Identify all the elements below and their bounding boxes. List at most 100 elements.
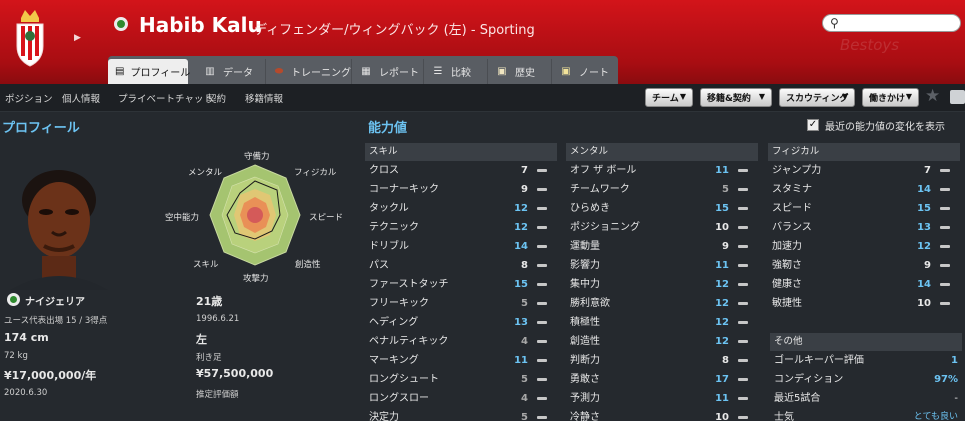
trend-flat-icon [940,207,950,210]
trend-flat-icon [940,264,950,267]
attribute-value: 4 [521,393,528,404]
attribute-row: スピード 15 [768,199,960,218]
attribute-row: 積極性 12 [566,313,758,332]
attribute-name: ジャンプ力 [772,165,822,176]
tab-history[interactable]: ▣ 歴史 [488,59,552,84]
menu-arrow-icon[interactable]: ▶ [74,33,81,43]
tab-notes[interactable]: ▣ ノート [552,59,618,84]
message-icon[interactable] [950,90,965,104]
tab-report[interactable]: ▦ レポート [352,59,424,84]
mental-header: メンタル [566,143,758,161]
physical-column: フィジカル ジャンプ力 7 スタミナ 14 スピード 15 バランス 13 加速力 12 強靭さ 9 健… [768,143,960,313]
attribute-name: 健康さ [772,279,802,290]
subnav-personal-info[interactable]: 個人情報 [62,91,100,105]
attribute-name: 判断力 [570,355,600,366]
player-profile-screen: ▶ Habib Kalu ディフェンダー/ウィングバック (左) - Sport… [0,0,965,421]
attribute-value: 15 [514,279,528,290]
attribute-row: 決定力 5 [365,408,557,421]
attribute-row: 影響力 11 [566,256,758,275]
other-row: ゴールキーパー評価 1 [774,355,958,366]
search-input[interactable]: ⚲ [822,14,961,32]
attribute-row: オフ ザ ボール 11 [566,161,758,180]
attribute-row: ロングシュート 5 [365,370,557,389]
attribute-row: ロングスロー 4 [365,389,557,408]
estimated-value-label: 推定評価額 [196,390,239,400]
trend-flat-icon [940,188,950,191]
attribute-name: 運動量 [570,241,600,252]
radar-label-skill: スキル [193,260,219,270]
technical-column: スキル クロス 7 コーナーキック 9 タックル 12 テクニック 12 ドリブル 14 パス 8 ファ… [365,143,557,421]
attribute-value: 11 [715,393,729,404]
trend-flat-icon [738,302,748,305]
transfer-contract-dropdown[interactable]: 移籍&契約 ▼ [700,88,772,107]
attribute-name: 冷静さ [570,412,600,421]
attribute-row: 判断力 8 [566,351,758,370]
chevron-down-icon: ▼ [905,92,912,101]
attribute-name: スピード [772,203,812,214]
attribute-row: バランス 13 [768,218,960,237]
other-header: その他 [770,333,962,351]
trend-flat-icon [537,188,547,191]
attribute-name: 決定力 [369,412,399,421]
attribute-row: 創造性 12 [566,332,758,351]
attribute-name: コーナーキック [369,184,439,195]
scouting-dropdown[interactable]: スカウティング ▼ [779,88,855,107]
technical-header: スキル [365,143,557,161]
attribute-name: パス [369,260,389,271]
attribute-value: 12 [917,241,931,252]
attribute-value: 5 [722,184,729,195]
subnav-position[interactable]: ポジション [5,91,53,105]
radar-label-speed: スピード [309,213,344,223]
physical-header: フィジカル [768,143,960,161]
trend-flat-icon [537,378,547,381]
attribute-row: テクニック 12 [365,218,557,237]
subnav-private-chat[interactable]: プライベートチャット [118,91,213,105]
attribute-value: 10 [917,298,931,309]
tab-training[interactable]: ⬬ トレーニング [266,59,352,84]
attribute-value: 13 [917,222,931,233]
attribute-row: 予測力 11 [566,389,758,408]
trend-flat-icon [738,169,748,172]
player-role: ディフェンダー/ウィングバック (左) - Sporting [254,23,535,38]
attribute-row: タックル 12 [365,199,557,218]
show-changes-checkbox[interactable]: ✓ [807,119,819,131]
other-row: 士気 とても良い [774,412,958,421]
attribute-row: ジャンプ力 7 [768,161,960,180]
profile-section-title: プロフィール [2,121,80,136]
attribute-name: 集中力 [570,279,600,290]
compare-icon: ☰ [433,65,443,77]
star-icon[interactable]: ★ [925,86,940,106]
attribute-value: 11 [715,165,729,176]
attribute-name: ペナルティキック [369,336,449,347]
attribute-value: 15 [715,203,729,214]
tab-compare[interactable]: ☰ 比較 [424,59,488,84]
history-icon: ▣ [497,65,507,77]
tab-profile[interactable]: ▤ プロフィール [108,59,190,84]
tab-data[interactable]: ▥ データ [196,59,266,84]
subnav-contract[interactable]: 契約 [207,91,226,105]
trend-flat-icon [738,264,748,267]
attribute-name: ヘディング [369,317,419,328]
wage: ¥17,000,000/年 [4,369,97,382]
attribute-row: 運動量 9 [566,237,758,256]
other-row: 最近5試合 - [774,393,958,404]
attribute-value: 10 [715,222,729,233]
trend-flat-icon [940,245,950,248]
attribute-value: 12 [514,203,528,214]
attribute-row: ドリブル 14 [365,237,557,256]
attribute-name: ポジショニング [570,222,640,233]
trend-flat-icon [537,302,547,305]
nationality-flag-icon [7,293,20,306]
attribute-row: 加速力 12 [768,237,960,256]
trend-flat-icon [738,359,748,362]
trend-flat-icon [940,226,950,229]
attribute-name: フリーキック [369,298,429,309]
team-dropdown[interactable]: チーム ▼ [645,88,693,107]
trend-flat-icon [738,378,748,381]
attribute-row: マーキング 11 [365,351,557,370]
show-changes-label: 最近の能力値の変化を表示 [825,122,945,133]
nationality: ナイジェリア [25,297,85,308]
radar-label-creativity: 創造性 [295,260,321,270]
approach-dropdown[interactable]: 働きかけ ▼ [862,88,919,107]
subnav-transfer-info[interactable]: 移籍情報 [245,91,283,105]
